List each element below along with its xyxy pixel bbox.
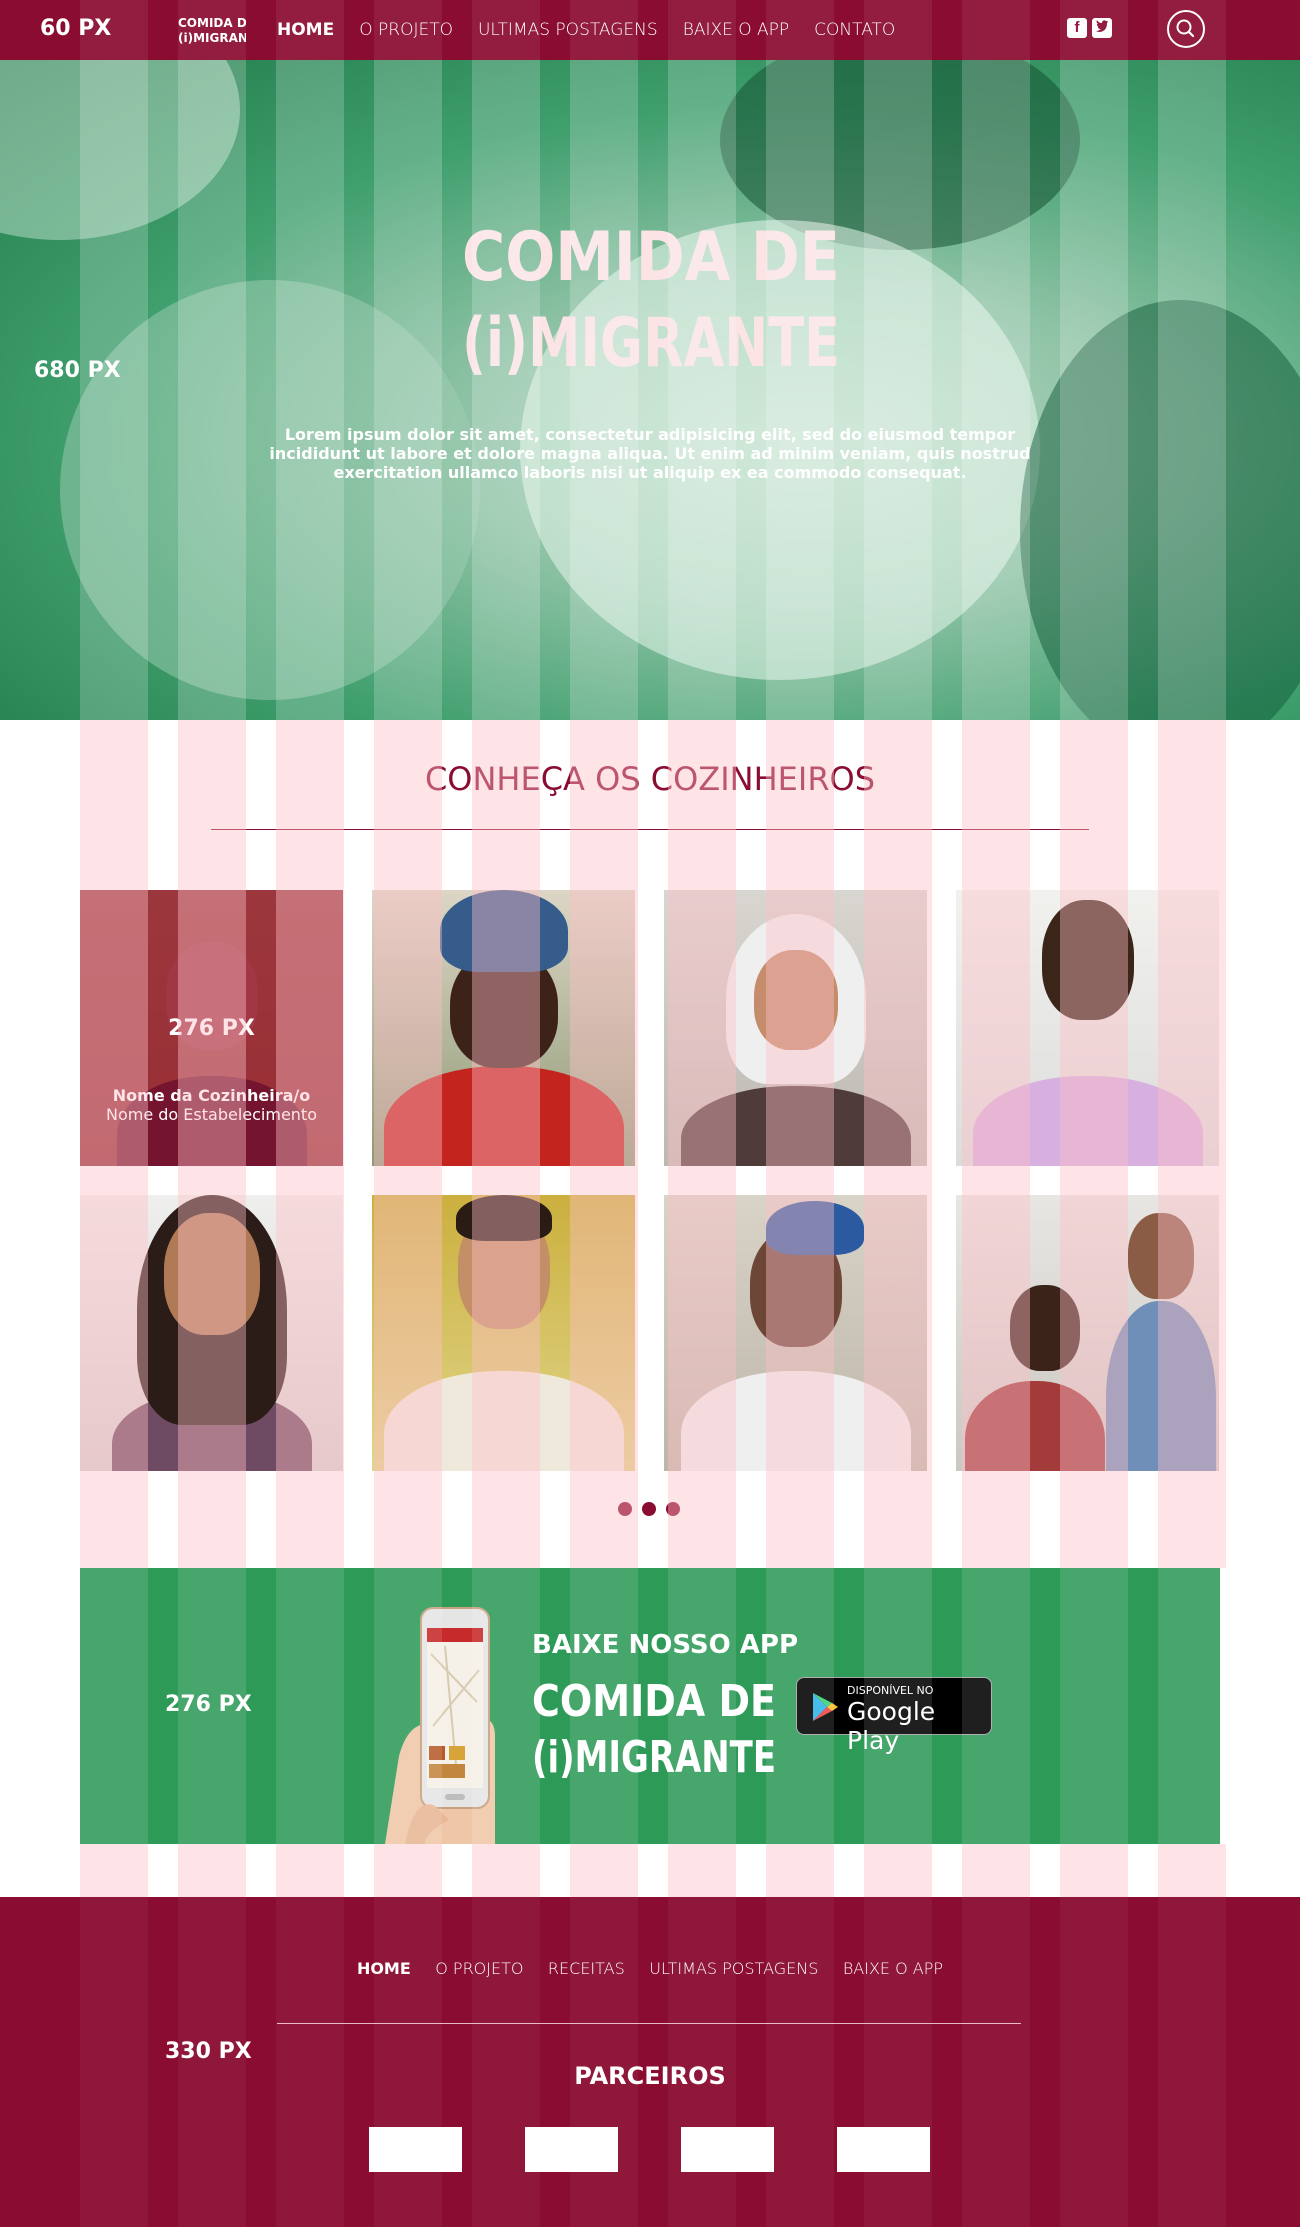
cook-card[interactable] bbox=[664, 1195, 927, 1471]
facebook-icon[interactable]: f bbox=[1067, 18, 1087, 38]
hero-description: Lorem ipsum dolor sit amet, consectetur … bbox=[269, 425, 1031, 482]
cook-photo-shape bbox=[383, 1371, 624, 1471]
google-play-button[interactable]: DISPONÍVEL NO Google Play bbox=[796, 1677, 992, 1755]
hero-height-label: 680 PX bbox=[34, 358, 121, 383]
partner-logo[interactable] bbox=[369, 2127, 462, 2172]
cook-card[interactable] bbox=[956, 890, 1219, 1166]
cook-photo-shape bbox=[439, 890, 568, 972]
app-banner-title: BAIXE NOSSO APP bbox=[532, 1630, 799, 1660]
cook-photo-shape bbox=[1041, 900, 1134, 1020]
cook-card[interactable]: 276 PX Nome da Cozinheira/o Nome do Esta… bbox=[80, 890, 343, 1166]
cook-photo-shape bbox=[1010, 1285, 1081, 1371]
partner-logo[interactable] bbox=[525, 2127, 618, 2172]
hero-logo-line2: (i)MIGRANTE bbox=[462, 304, 840, 378]
footer-nav-ultimas-postagens[interactable]: ULTIMAS POSTAGENS bbox=[649, 1959, 818, 1978]
google-play-icon bbox=[813, 1693, 838, 1721]
carousel-dot[interactable] bbox=[642, 1502, 656, 1516]
app-banner-height-label: 276 PX bbox=[165, 1692, 252, 1717]
partner-logo[interactable] bbox=[837, 2127, 930, 2172]
app-logo-line2: (i)MIGRANTE bbox=[532, 1732, 776, 1778]
cook-card[interactable] bbox=[956, 1195, 1219, 1471]
footer: HOME O PROJETO RECEITAS ULTIMAS POSTAGEN… bbox=[0, 1897, 1300, 2227]
app-banner: 276 PX BAIXE NOSSO APP COMIDA DE (i)MIGR… bbox=[80, 1568, 1220, 1844]
phone-in-hand-image bbox=[385, 1607, 495, 1844]
search-icon bbox=[1176, 19, 1195, 38]
hero-plate-shape bbox=[60, 280, 480, 700]
footer-nav-receitas[interactable]: RECEITAS bbox=[548, 1959, 625, 1978]
cook-name: Nome da Cozinheira/o bbox=[112, 1086, 311, 1105]
cook-card[interactable] bbox=[664, 890, 927, 1166]
nav-contato[interactable]: CONTATO bbox=[814, 20, 895, 40]
footer-divider bbox=[277, 2023, 1021, 2024]
cook-photo-shape bbox=[765, 1201, 864, 1255]
cooks-title: CONHEÇA OS COZINHEIROS bbox=[424, 760, 876, 798]
cook-photo-shape bbox=[972, 1076, 1203, 1166]
cook-photo-shape bbox=[753, 950, 838, 1050]
cooks-divider bbox=[211, 829, 1089, 830]
header-logo-line1: COMIDA DE bbox=[178, 16, 246, 30]
footer-nav: HOME O PROJETO RECEITAS ULTIMAS POSTAGEN… bbox=[0, 1959, 1300, 1979]
cook-card[interactable] bbox=[372, 890, 635, 1166]
google-play-small-text: DISPONÍVEL NO bbox=[847, 1684, 934, 1697]
cook-establishment: Nome do Estabelecimento bbox=[106, 1105, 317, 1124]
partners-title: PARCEIROS bbox=[574, 2062, 726, 2090]
footer-nav-home[interactable]: HOME bbox=[357, 1959, 411, 1978]
nav-baixe-o-app[interactable]: BAIXE O APP bbox=[683, 20, 789, 40]
hero-logo-line1: COMIDA DE bbox=[462, 218, 840, 297]
page: 60 PX COMIDA DE (i)MIGRANTE HOME O PROJE… bbox=[0, 0, 1300, 2227]
cook-photo-shape bbox=[680, 1371, 911, 1471]
header-height-label: 60 PX bbox=[40, 16, 112, 41]
cook-card[interactable] bbox=[372, 1195, 635, 1471]
top-header: 60 PX COMIDA DE (i)MIGRANTE HOME O PROJE… bbox=[0, 0, 1300, 60]
header-logo[interactable]: COMIDA DE (i)MIGRANTE bbox=[178, 14, 246, 46]
header-logo-line2: (i)MIGRANTE bbox=[178, 31, 246, 45]
cook-photo-shape bbox=[455, 1195, 552, 1241]
hero-section: 680 PX COMIDA DE (i)MIGRANTE Lorem ipsum… bbox=[0, 60, 1300, 720]
hero-logo: COMIDA DE (i)MIGRANTE bbox=[462, 218, 840, 378]
main-nav: HOME O PROJETO ULTIMAS POSTAGENS BAIXE O… bbox=[277, 0, 895, 60]
hero-food-shape bbox=[0, 60, 240, 240]
cook-photo-shape bbox=[383, 1066, 624, 1166]
google-play-label: Google Play bbox=[847, 1697, 936, 1755]
app-logo-line1: COMIDA DE bbox=[532, 1676, 776, 1727]
footer-height-label: 330 PX bbox=[165, 2039, 252, 2064]
carousel-dot[interactable] bbox=[666, 1502, 680, 1516]
partner-logo[interactable] bbox=[681, 2127, 774, 2172]
carousel-dot[interactable] bbox=[618, 1502, 632, 1516]
nav-o-projeto[interactable]: O PROJETO bbox=[359, 20, 453, 40]
cook-photo-shape bbox=[680, 1086, 911, 1166]
carousel-dots bbox=[618, 1502, 680, 1516]
nav-ultimas-postagens[interactable]: ULTIMAS POSTAGENS bbox=[478, 20, 658, 40]
cook-photo-shape bbox=[964, 1381, 1105, 1471]
search-button[interactable] bbox=[1167, 10, 1205, 48]
twitter-icon[interactable] bbox=[1092, 18, 1112, 38]
cook-photo-shape bbox=[1128, 1213, 1195, 1299]
app-banner-logo: COMIDA DE (i)MIGRANTE bbox=[532, 1676, 776, 1778]
footer-nav-baixe-o-app[interactable]: BAIXE O APP bbox=[843, 1959, 943, 1978]
footer-nav-o-projeto[interactable]: O PROJETO bbox=[435, 1959, 523, 1978]
cook-size-label: 276 PX bbox=[168, 1016, 255, 1041]
nav-home[interactable]: HOME bbox=[277, 20, 334, 40]
cook-card[interactable] bbox=[80, 1195, 343, 1471]
twitter-bird-icon bbox=[1096, 20, 1108, 32]
cook-photo-shape bbox=[1106, 1301, 1217, 1471]
hero-edge-shape bbox=[1020, 300, 1300, 720]
cook-photo-shape bbox=[163, 1213, 260, 1335]
